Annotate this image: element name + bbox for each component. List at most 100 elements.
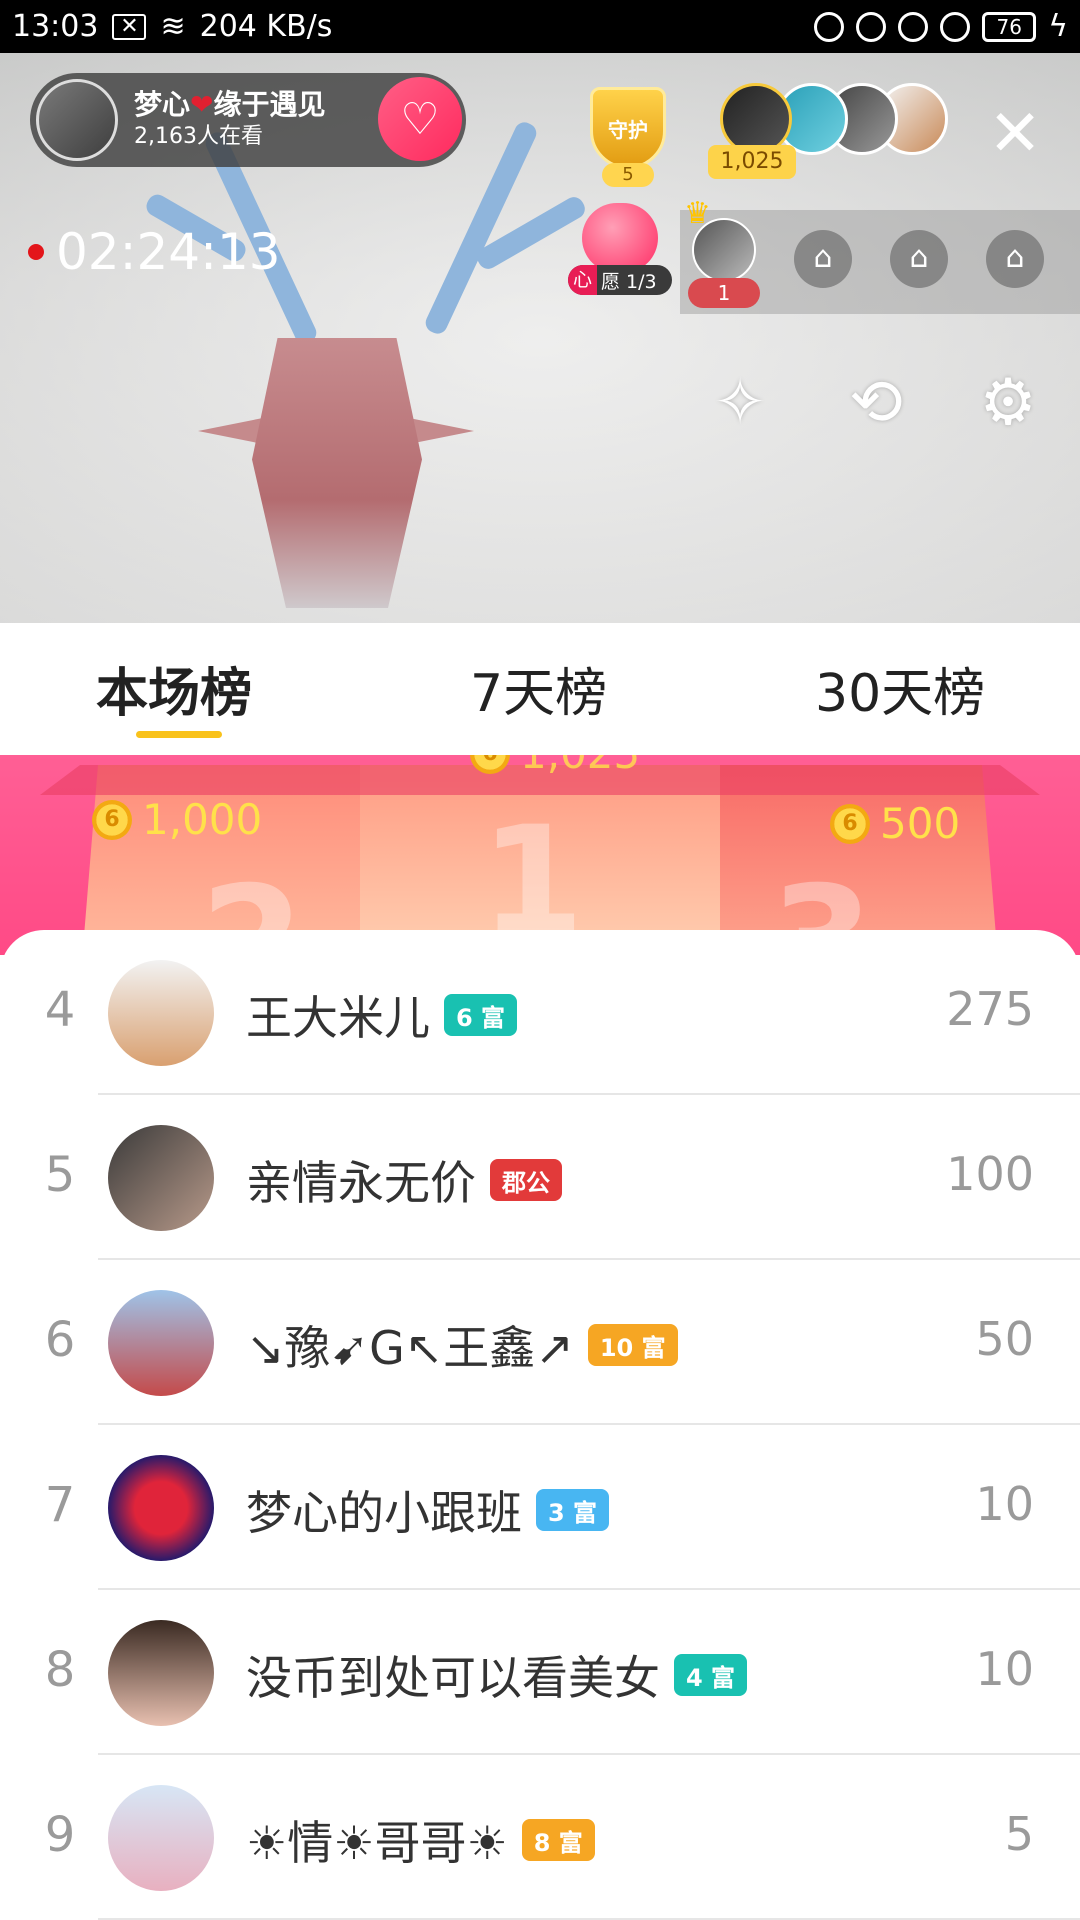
tab-7-days[interactable]: 7天榜 (470, 651, 607, 726)
recording-dot-icon (28, 244, 44, 260)
guard-shield-icon: 守护 (590, 87, 666, 169)
wish-prefix: 心 (568, 265, 598, 295)
first-place-score: 6 1,025 (470, 755, 640, 778)
list-item[interactable]: 8 没币到处可以看美女 4 富 10 (0, 1590, 1080, 1755)
user-score: 10 (975, 1642, 1034, 1696)
list-item[interactable]: 5 亲情永无价 郡公 100 (0, 1095, 1080, 1260)
timer-text: 02:24:13 (56, 223, 281, 281)
live-timer: 02:24:13 (28, 223, 281, 281)
host-name-text: 梦心 (134, 88, 191, 121)
coin-icon: 6 (470, 755, 510, 774)
ranking-tabs: 本场榜 7天榜 30天榜 (0, 623, 1080, 755)
first-score-value: 1,025 (520, 755, 640, 778)
headphones-icon (940, 11, 971, 42)
user-score: 10 (975, 1477, 1034, 1531)
host-info: 梦心❤缘于遇见 2,163人在看 (134, 88, 326, 152)
second-place-score: 6 1,000 (92, 795, 262, 844)
user-name: 王大米儿 6 富 (246, 982, 518, 1048)
status-time: 13:03 (12, 9, 99, 44)
charging-icon: ϟ (1048, 9, 1068, 44)
wish-button[interactable]: 心 愿 1/3 (568, 203, 672, 299)
heart-plus-icon: ♡ (400, 93, 440, 145)
avatar[interactable] (108, 960, 214, 1066)
top-viewer-coins: 1,025 (708, 145, 796, 179)
user-name-text: 没币到处可以看美女 (246, 1651, 660, 1705)
rank-number: 8 (44, 1642, 76, 1698)
beauty-button[interactable]: ✧ (700, 363, 780, 443)
mute-icon (814, 11, 845, 42)
seat-number: 1 (688, 278, 760, 308)
avatar[interactable] (108, 1290, 214, 1396)
user-name: 亲情永无价 郡公 (246, 1147, 562, 1213)
empty-seat-button[interactable]: ⌂ (890, 230, 948, 288)
host-card[interactable]: 梦心❤缘于遇见 2,163人在看 ♡ (30, 73, 466, 167)
level-badge: 10 富 (587, 1324, 678, 1366)
avatar[interactable] (108, 1620, 214, 1726)
level-badge: 8 富 (521, 1819, 595, 1861)
user-score: 100 (946, 1147, 1034, 1201)
rank-number: 6 (44, 1312, 76, 1368)
host-name-suffix: 缘于遇见 (213, 88, 326, 121)
level-badge: 4 富 (674, 1654, 748, 1696)
network-speed: 204 KB/s (199, 9, 333, 44)
title-badge: 郡公 (490, 1159, 562, 1201)
sofa-icon: ⌂ (813, 240, 833, 275)
list-item[interactable]: 4 王大米儿 6 富 275 (0, 930, 1080, 1095)
status-bar: 13:03 ✕ ≋ 204 KB/s 76 ϟ (0, 0, 1080, 53)
list-item[interactable]: 7 梦心的小跟班 3 富 10 (0, 1425, 1080, 1590)
wish-heart-icon (582, 203, 658, 273)
magic-wand-icon: ✧ (713, 366, 767, 440)
user-name-text: 亲情永无价 (246, 1156, 476, 1210)
guard-count: 5 (602, 163, 654, 187)
user-name-text: ↘豫➹G↖王鑫↗ (246, 1321, 574, 1375)
follow-button[interactable]: ♡ (378, 77, 462, 161)
crown-icon: ♛ (684, 196, 711, 231)
guard-badge[interactable]: 守护 5 (582, 79, 674, 187)
user-name: ☀情☀哥哥☀ 8 富 (246, 1807, 595, 1873)
avatar[interactable] (108, 1785, 214, 1891)
rank-number: 9 (44, 1807, 76, 1863)
user-score: 50 (975, 1312, 1034, 1366)
wish-label: 心 愿 1/3 (568, 265, 672, 295)
live-video[interactable]: 梦心❤缘于遇见 2,163人在看 ♡ 守护 5 1,025 ✕ 02:24:13… (0, 53, 1080, 623)
close-icon: ✕ (988, 97, 1042, 171)
settings-button[interactable]: ⚙ (968, 363, 1048, 443)
flip-camera-button[interactable]: ⟲ (836, 363, 916, 443)
user-name: ↘豫➹G↖王鑫↗ 10 富 (246, 1312, 678, 1378)
avatar[interactable] (108, 1455, 214, 1561)
user-name: 梦心的小跟班 3 富 (246, 1477, 610, 1543)
user-name-text: 王大米儿 (246, 991, 430, 1045)
level-badge: 3 富 (536, 1489, 610, 1531)
host-avatar[interactable] (36, 79, 118, 161)
deer-head-decoration (252, 338, 422, 608)
rank-number: 5 (44, 1147, 76, 1203)
rank-number: 4 (44, 982, 76, 1038)
close-square-icon: ✕ (112, 13, 147, 40)
level-badge: 6 富 (444, 994, 518, 1036)
top-viewers[interactable]: 1,025 (708, 83, 956, 203)
close-button[interactable]: ✕ (980, 99, 1050, 169)
top-three-podium: 1 2 3 6 1,025 6 1,000 6 500 (0, 755, 1080, 955)
list-item[interactable]: 9 ☀情☀哥哥☀ 8 富 5 (0, 1755, 1080, 1920)
empty-seat-button[interactable]: ⌂ (986, 230, 1044, 288)
user-name-text: ☀情☀哥哥☀ (246, 1816, 508, 1870)
host-name: 梦心❤缘于遇见 (134, 88, 326, 122)
tab-30-days[interactable]: 30天榜 (815, 651, 985, 726)
user-score: 275 (946, 982, 1034, 1036)
user-score: 5 (1004, 1807, 1034, 1861)
rank-number: 7 (44, 1477, 76, 1533)
mic-seats: ♛ 1 ⌂ ⌂ ⌂ (680, 196, 1080, 314)
gear-icon: ⚙ (979, 366, 1037, 440)
wifi-icon: ≋ (160, 9, 186, 44)
empty-seat-button[interactable]: ⌂ (794, 230, 852, 288)
list-item[interactable]: 6 ↘豫➹G↖王鑫↗ 10 富 50 (0, 1260, 1080, 1425)
user-name: 没币到处可以看美女 4 富 (246, 1642, 748, 1708)
third-score-value: 500 (880, 799, 961, 848)
lock-icon (856, 11, 887, 42)
third-place-score: 6 500 (830, 799, 960, 848)
sofa-icon: ⌂ (1005, 240, 1025, 275)
viewer-count: 2,163人在看 (134, 124, 263, 149)
wish-text: 愿 1/3 (601, 270, 657, 293)
avatar[interactable] (108, 1125, 214, 1231)
tab-current-show[interactable]: 本场榜 (96, 651, 252, 726)
